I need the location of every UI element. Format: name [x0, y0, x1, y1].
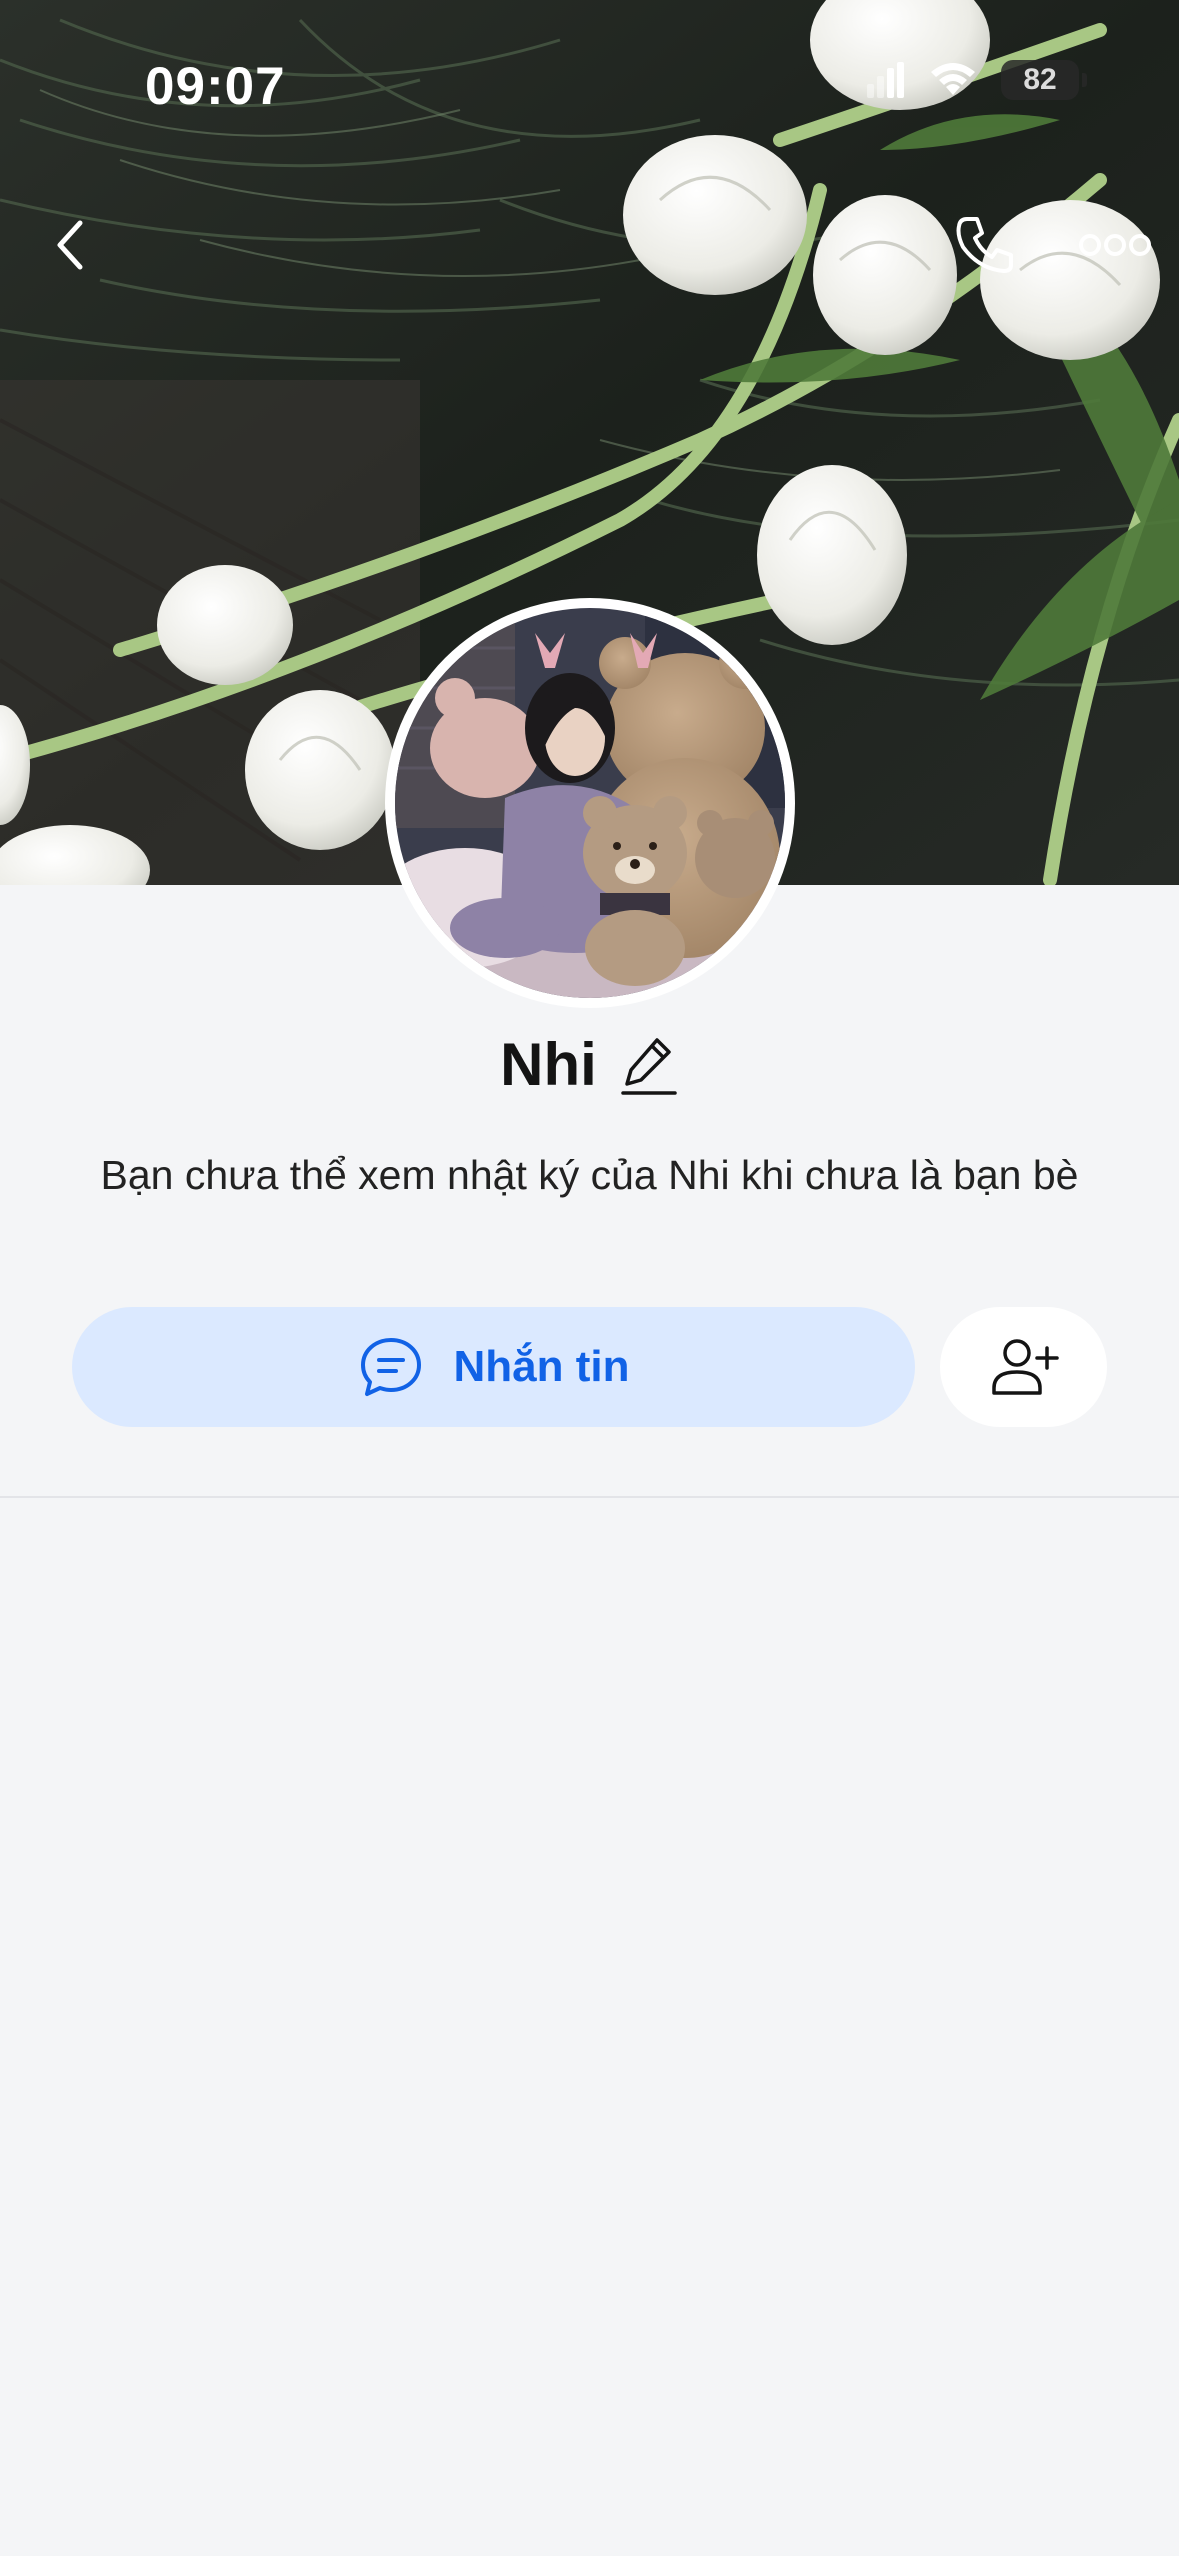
- message-button-label: Nhắn tin: [453, 1342, 630, 1391]
- battery-icon: 82: [1001, 60, 1087, 100]
- chevron-left-icon: [57, 220, 83, 270]
- more-dots-icon: [1079, 234, 1151, 256]
- add-friend-button[interactable]: [940, 1307, 1107, 1427]
- chat-bubble-icon: [360, 1338, 421, 1396]
- more-button[interactable]: [1065, 200, 1165, 290]
- add-user-icon: [991, 1339, 1059, 1395]
- edit-name-button[interactable]: [619, 1032, 679, 1098]
- signal-icon: [867, 62, 904, 98]
- profile-description: Bạn chưa thể xem nhật ký của Nhi khi chư…: [100, 1152, 1079, 1198]
- avatar-image: [395, 608, 785, 998]
- status-bar: 09:07 82: [0, 0, 1179, 170]
- back-button[interactable]: [30, 200, 110, 290]
- profile-name: Nhi: [500, 1031, 597, 1098]
- pencil-icon: [621, 1037, 677, 1095]
- section-divider: [0, 1496, 1179, 1498]
- message-button[interactable]: Nhắn tin: [72, 1307, 915, 1427]
- profile-screen: 09:07 82 Nhi Bạn chưa thể xem nhật ký củ…: [0, 0, 1179, 2556]
- phone-icon: [956, 217, 1013, 273]
- call-button[interactable]: [940, 200, 1030, 290]
- wifi-icon: [931, 63, 975, 95]
- status-icons: 82: [865, 60, 1087, 100]
- avatar[interactable]: [385, 598, 795, 1008]
- avatar-photo: [395, 608, 785, 998]
- profile-name-row: Nhi: [0, 1030, 1179, 1099]
- battery-level: 82: [1023, 63, 1057, 96]
- status-time: 09:07: [145, 57, 286, 116]
